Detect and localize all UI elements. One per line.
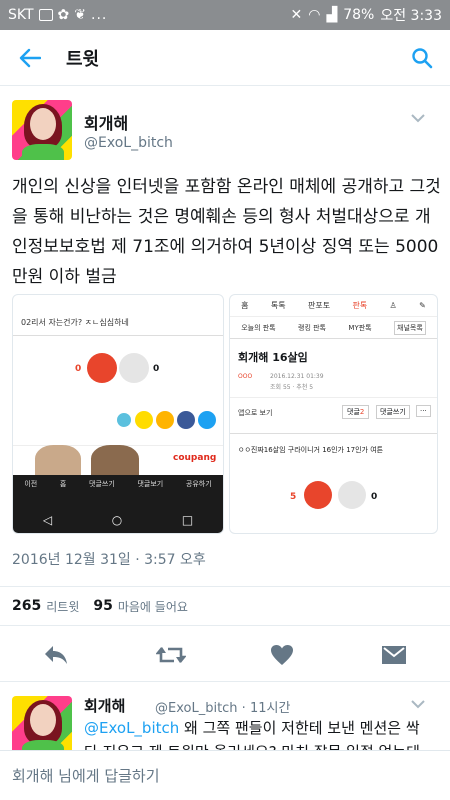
status-bar: SKT ✿ ❦ ... ✕ ◠ ▟ 78% 오전 3:33	[0, 0, 450, 30]
pann-thumbs-up-icon	[304, 481, 332, 509]
system-home-icon: ○	[111, 513, 123, 527]
reply-menu-button[interactable]	[408, 694, 428, 714]
tweet-text: 개인의 신상을 인터넷을 포함함 온라인 매체에 공개하고 그것을 통해 비난하…	[12, 177, 441, 287]
nav-prev: 이전	[24, 480, 38, 488]
like-count[interactable]: 95	[93, 598, 112, 614]
pann-sub-today: 오늘의 판톡	[241, 323, 276, 332]
media-left-post-text: 02리서 자는건가? ㅈㄴ심심하네	[21, 318, 129, 327]
mute-icon: ✕	[290, 7, 303, 23]
retweet-count-label: 리트윗	[46, 599, 80, 614]
author-handle[interactable]: @ExoL_bitch	[84, 135, 173, 151]
coupang-logo: coupang	[173, 453, 217, 463]
gallery-icon	[38, 9, 53, 21]
pann-sub-channels: 채널목록	[394, 320, 426, 335]
reply-icon	[45, 646, 67, 664]
pann-post-title: 회개해 16살임	[238, 351, 308, 364]
like-button[interactable]	[268, 642, 296, 668]
pann-author: OOO	[238, 373, 253, 380]
nav-view-comments: 댓글보기	[137, 480, 164, 488]
user-icon: ♙	[389, 301, 397, 310]
pann-app-view: 앱으로 보기	[238, 409, 273, 417]
media-image-left[interactable]: 02리서 자는건가? ㅈㄴ심심하네 0 0 coupang 이전 홈 댓글쓰기 …	[12, 294, 224, 534]
ad-photo-left	[35, 445, 81, 479]
tweet-menu-button[interactable]	[408, 108, 428, 128]
pann-tab-talk: 톡톡	[270, 301, 286, 310]
wifi-icon: ◠	[308, 7, 321, 23]
retweet-button[interactable]	[155, 642, 187, 668]
nav-home: 홈	[59, 480, 67, 488]
tweet-timestamp: 2016년 12월 31일 · 3:57 오후	[12, 552, 206, 568]
kakaotalk-icon	[135, 411, 153, 429]
battery-label: 78%	[343, 7, 375, 23]
media-left-bottom-nav: 이전 홈 댓글쓰기 댓글보기 공유하기 ◁ ○ □	[13, 475, 223, 533]
pann-dislike-count: 0	[371, 492, 378, 502]
author-avatar[interactable]	[12, 100, 72, 160]
envelope-icon	[382, 646, 406, 664]
chevron-down-icon	[411, 113, 425, 122]
retweet-count[interactable]: 265	[12, 598, 41, 614]
share-dots-icon	[117, 413, 131, 427]
pann-tab-photo: 판포토	[308, 301, 331, 310]
reply-author-name[interactable]: 회개해	[84, 695, 125, 716]
pann-write-button: 댓글쓰기	[376, 405, 410, 419]
notification-icon: ✿	[57, 7, 70, 23]
pann-more-button: ···	[416, 405, 431, 417]
nav-share: 공유하기	[185, 480, 212, 488]
pann-tab-pann: 판톡	[352, 301, 368, 310]
reply-author-handle: @ExoL_bitch · 11시간	[155, 701, 291, 716]
back-button[interactable]	[0, 30, 60, 86]
twitter-icon	[198, 411, 216, 429]
arrow-left-icon	[19, 48, 41, 67]
pann-post-text: ㅇㅇ진짜16살임 구라이니거 16인가 17인가 여튼	[238, 446, 384, 454]
pann-tab-home: 홈	[241, 301, 249, 310]
system-back-icon: ◁	[42, 513, 53, 527]
tweet-actions	[0, 628, 450, 682]
pann-comment-count: 2	[359, 408, 365, 416]
system-recent-icon: □	[181, 513, 194, 527]
author-name[interactable]: 회개해	[84, 110, 128, 134]
direct-message-button[interactable]	[380, 642, 408, 668]
tweet-stats: 265 리트윗 95 마음에 들어요	[0, 586, 450, 626]
retweet-icon	[156, 647, 186, 663]
search-button[interactable]	[394, 30, 450, 86]
reply-button[interactable]	[42, 642, 70, 668]
pann-sub-my: MY판톡	[348, 323, 372, 332]
heart-icon	[271, 645, 293, 665]
search-icon	[412, 47, 433, 68]
app-bar: 트윗	[0, 30, 450, 86]
reply-avatar[interactable]	[12, 696, 72, 756]
pann-sub-ranking: 랭킹 판톡	[298, 323, 327, 332]
nav-write-comment: 댓글쓰기	[89, 480, 115, 488]
thumbs-down-icon	[119, 353, 149, 383]
like-count-label: 마음에 들어요	[117, 599, 188, 614]
carrier-label: SKT	[8, 7, 34, 23]
twitter-notification-icon: ❦	[74, 7, 87, 23]
pann-date: 2016.12.31 01:39	[270, 373, 324, 380]
media-left-like-count: 0	[75, 364, 82, 374]
reply-compose-input[interactable]: 회개해 님에게 답글하기	[0, 750, 450, 800]
clock-label: 오전 3:33	[380, 8, 442, 24]
thumbs-up-icon	[87, 353, 117, 383]
facebook-icon	[177, 411, 195, 429]
pann-comment-button: 댓글	[347, 408, 360, 416]
more-notifications: ...	[91, 7, 108, 23]
chevron-down-icon	[411, 699, 425, 708]
media-image-right[interactable]: 홈 톡톡 판포토 판톡 ♙ ✎ 오늘의 판톡 랭킹 판톡 MY판톡 채널목록 회…	[229, 294, 438, 534]
reply-mention[interactable]: @ExoL_bitch	[84, 719, 179, 737]
signal-icon: ▟	[326, 7, 338, 23]
page-title: 트윗	[66, 48, 100, 70]
ad-photo-right	[91, 445, 139, 479]
kakaostory-icon	[156, 411, 174, 429]
media-left-dislike-count: 0	[153, 364, 160, 374]
edit-icon: ✎	[419, 301, 426, 310]
pann-views: 조회 55 · 추천 5	[270, 384, 314, 391]
pann-like-count: 5	[290, 492, 297, 502]
pann-thumbs-down-icon	[338, 481, 366, 509]
